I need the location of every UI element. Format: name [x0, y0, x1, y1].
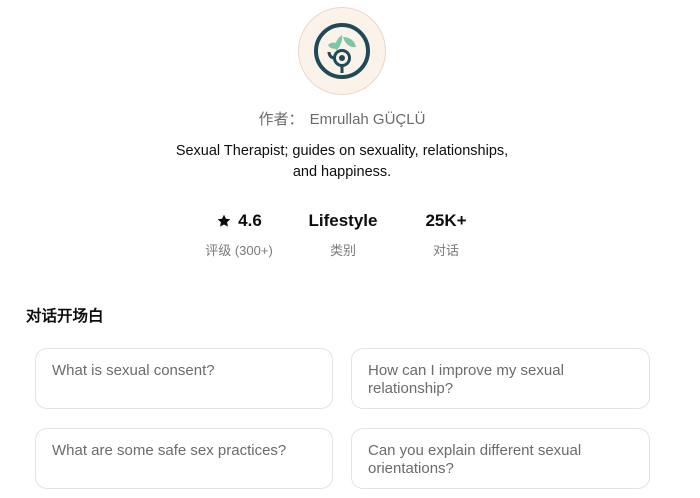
lotus-circle-logo-icon [314, 23, 370, 79]
description-line-1: Sexual Therapist; guides on sexuality, r… [175, 143, 509, 159]
starter-button-consent[interactable]: What is sexual consent? [35, 348, 333, 409]
gpt-author: 作者： Emrullah GÜÇLÜ [0, 108, 684, 129]
stat-chats: 25K+ 对话 [381, 210, 511, 259]
rating-value: 4.6 [238, 211, 262, 230]
starter-button-orientations[interactable]: Can you explain different sexual orienta… [351, 428, 650, 489]
description-line-2: and happiness. [292, 164, 392, 180]
chats-value: 25K+ [425, 211, 467, 230]
gpt-avatar [298, 7, 386, 95]
conversation-starters-title: 对话开场白 [26, 308, 104, 325]
starter-button-improve-relationship[interactable]: How can I improve my sexual relationship… [351, 348, 650, 409]
starter-button-safe-sex[interactable]: What are some safe sex practices? [35, 428, 333, 489]
author-name: Emrullah GÜÇLÜ [309, 111, 426, 128]
chats-label: 对话 [432, 243, 459, 258]
gpt-description: Sexual Therapist; guides on sexuality, r… [170, 141, 514, 183]
gpt-profile-page: 作者： Emrullah GÜÇLÜ Sexual Therapist; guid… [0, 0, 700, 498]
author-prefix: 作者： [258, 111, 304, 128]
star-icon [217, 214, 231, 227]
